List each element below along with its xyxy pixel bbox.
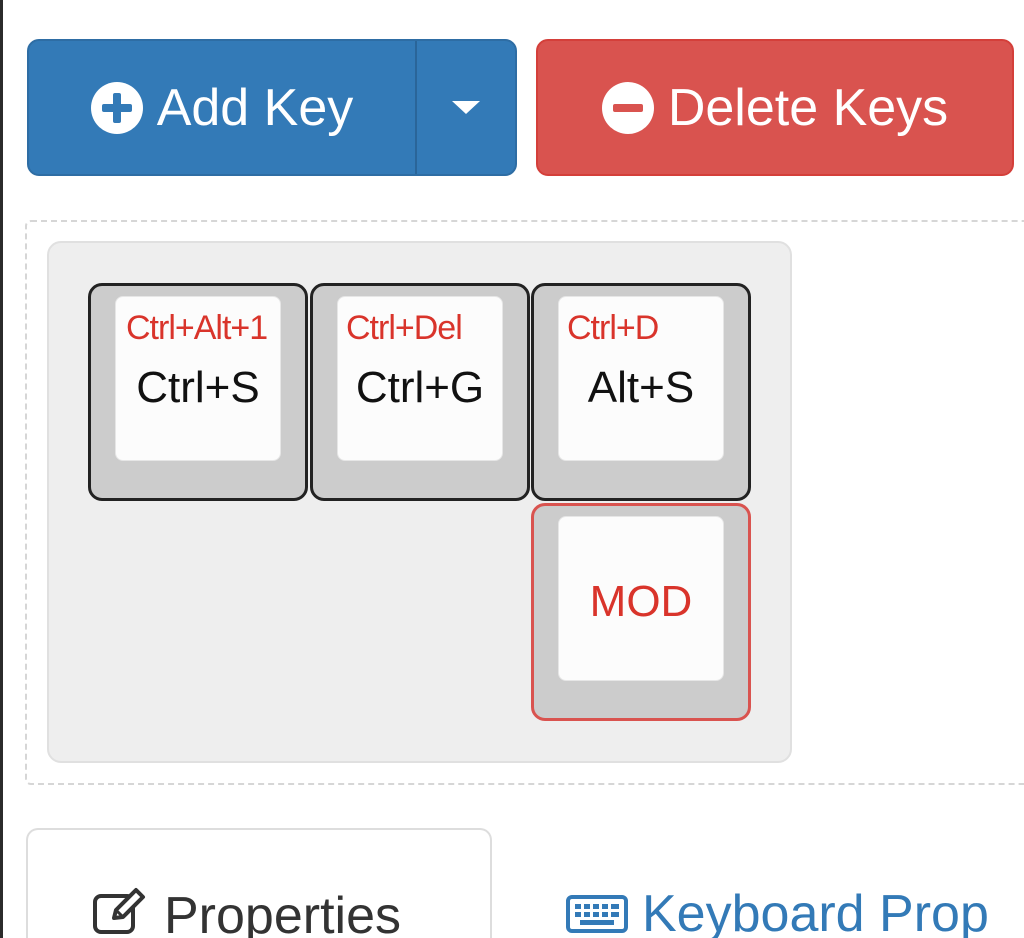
key-top-legend: Ctrl+Alt+1 — [126, 309, 268, 347]
key-main-legend: Alt+S — [587, 363, 695, 412]
edit-icon — [93, 888, 145, 934]
tab-properties[interactable]: Properties — [26, 828, 492, 938]
plus-circle-icon — [90, 81, 143, 134]
key-main-legend: Ctrl+G — [355, 363, 485, 412]
delete-keys-label: Delete Keys — [667, 78, 949, 137]
key-mod-selected[interactable]: MOD — [531, 503, 751, 721]
key-3[interactable]: Ctrl+D Alt+S — [531, 283, 751, 501]
key-2[interactable]: Ctrl+Del Ctrl+G — [310, 283, 530, 501]
keycap-top: Ctrl+D Alt+S — [558, 296, 724, 461]
add-key-button[interactable]: Add Key — [29, 41, 415, 174]
add-key-label: Add Key — [156, 78, 354, 137]
add-key-button-group: Add Key — [27, 39, 517, 176]
panel-divider — [0, 0, 3, 938]
keycap-top: MOD — [558, 516, 724, 681]
tab-keyboard-properties-label: Keyboard Prop — [642, 885, 989, 938]
key-top-legend: Ctrl+D — [567, 309, 659, 347]
editor-page: Add Key Delete Keys Ctrl+Alt+1 Ctrl+S Ct… — [0, 0, 1024, 938]
tab-properties-label: Properties — [164, 887, 401, 938]
delete-keys-button[interactable]: Delete Keys — [536, 39, 1014, 176]
key-main-legend: Ctrl+S — [136, 363, 260, 412]
key-1[interactable]: Ctrl+Alt+1 Ctrl+S — [88, 283, 308, 501]
caret-down-icon — [452, 101, 480, 114]
key-center-legend: MOD — [589, 577, 693, 626]
keycap-top: Ctrl+Alt+1 Ctrl+S — [115, 296, 281, 461]
key-top-legend: Ctrl+Del — [346, 309, 463, 347]
keycap-top: Ctrl+Del Ctrl+G — [337, 296, 503, 461]
keyboard-icon — [566, 895, 628, 933]
add-key-dropdown-toggle[interactable] — [415, 41, 515, 174]
minus-circle-icon — [601, 81, 654, 134]
tab-keyboard-properties[interactable]: Keyboard Prop — [566, 884, 989, 938]
